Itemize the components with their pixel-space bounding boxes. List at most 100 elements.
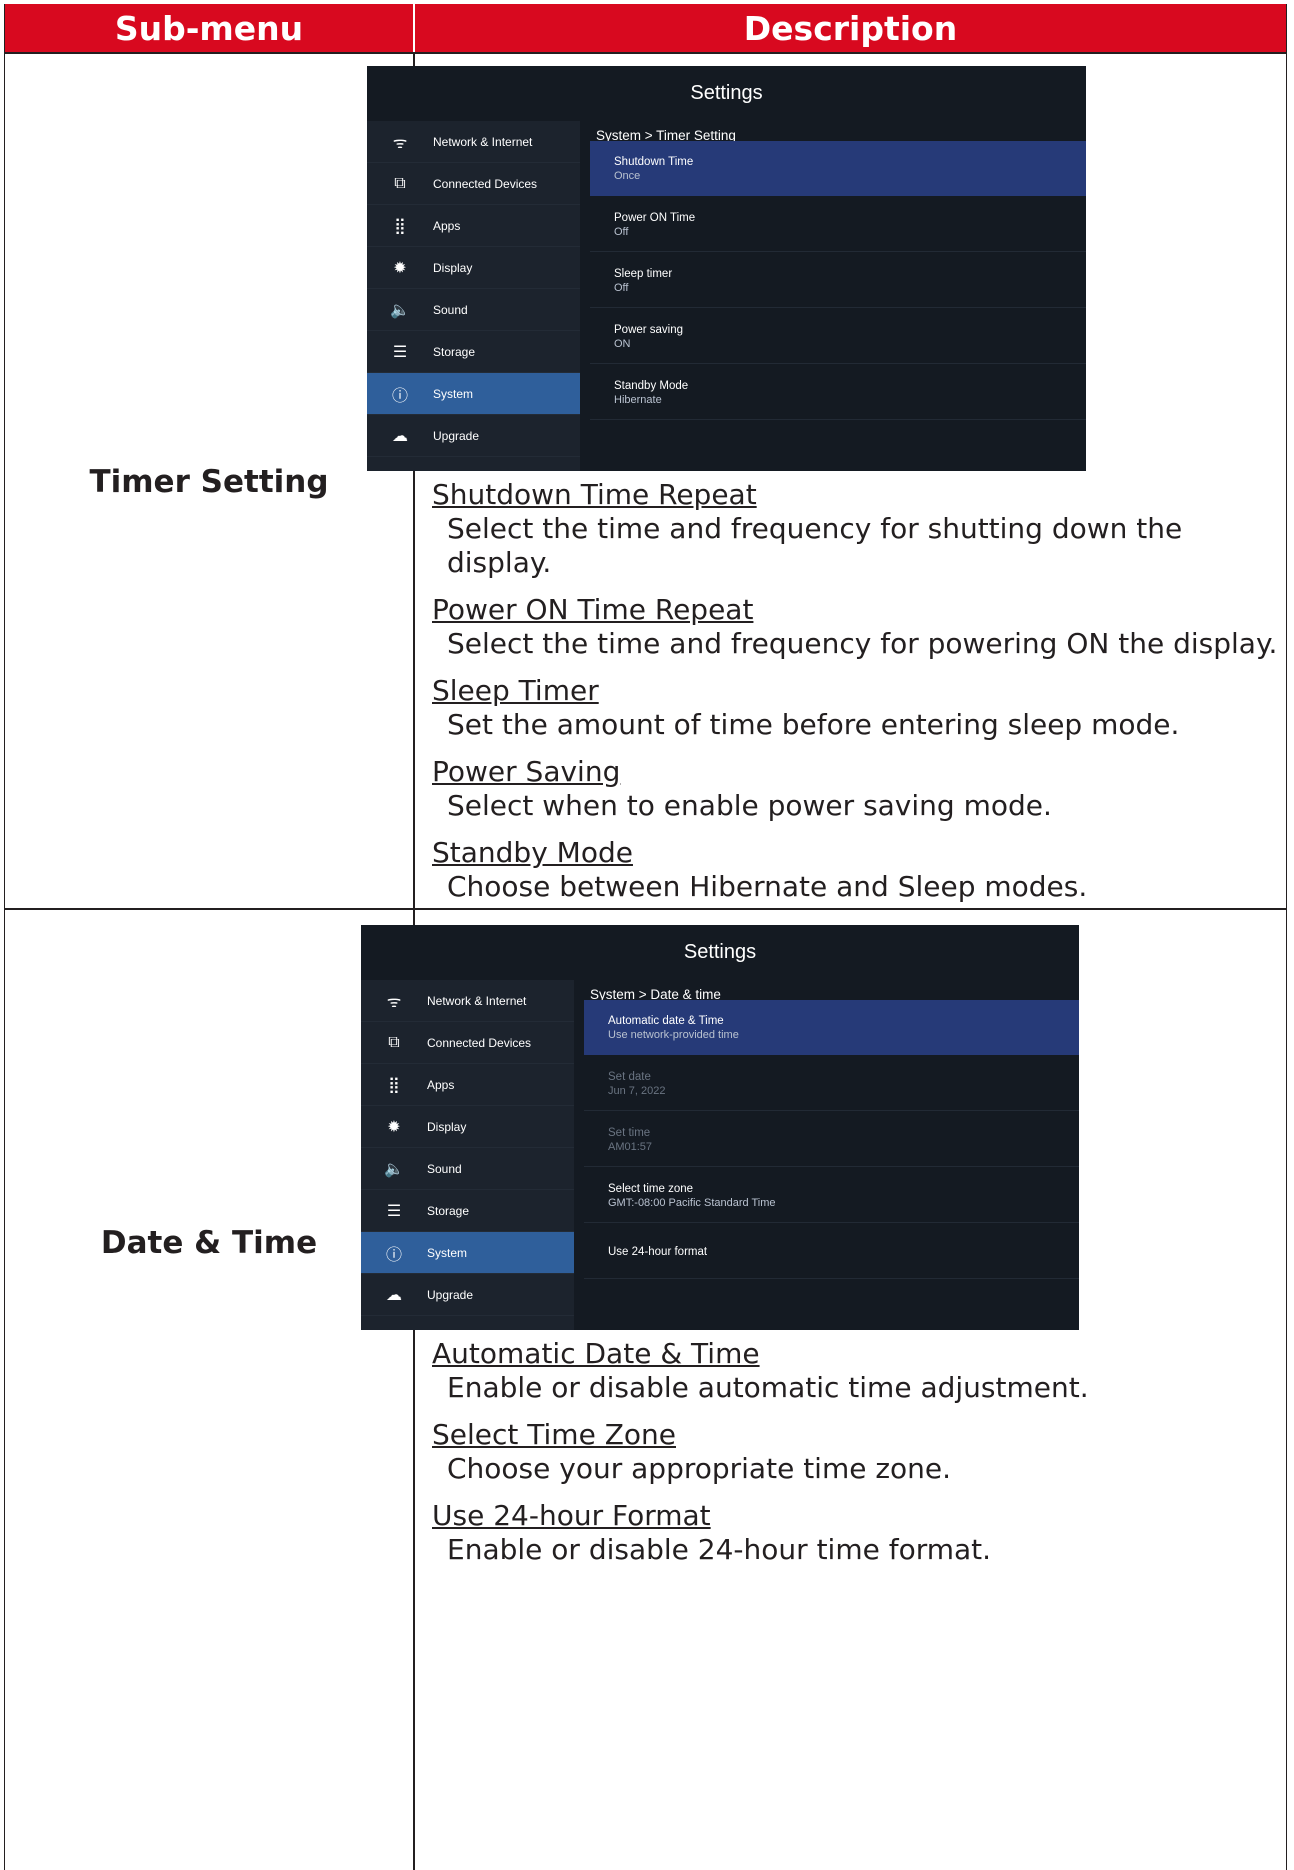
settings-sidebar: ᯤ Network & Internet ⧉ Connected Devices ⣿ Ap…	[361, 980, 574, 1330]
sidebar-item-network-internet[interactable]: ᯤ Network & Internet	[367, 121, 580, 163]
option-title: Select time zone	[608, 1183, 694, 1195]
desc-body: Enable or disable automatic time adjustm…	[447, 1371, 1089, 1404]
cloud-upload-icon: ☁	[392, 427, 408, 445]
sidebar-item-label: Apps	[433, 218, 461, 233]
description-block-timer: Shutdown Time Repeat Select the time and…	[432, 478, 1282, 904]
option-value: Use network-provided time	[608, 1029, 739, 1041]
option-title: Set date	[608, 1071, 651, 1083]
apps-grid-icon: ⣿	[388, 1076, 400, 1094]
option-title: Sleep timer	[614, 268, 673, 280]
sidebar-item-label: Display	[433, 260, 473, 275]
sidebar-item-storage[interactable]: ☰ Storage	[367, 331, 580, 373]
sidebar-item-label: Sound	[433, 302, 468, 317]
option-value: Jun 7, 2022	[608, 1085, 666, 1097]
devices-icon: ⧉	[388, 1033, 400, 1051]
option-shutdown-time[interactable]: Shutdown Time Once	[590, 141, 1086, 196]
settings-title: Settings	[683, 941, 757, 963]
info-circle-icon: ⓘ	[385, 1246, 402, 1264]
devices-icon: ⧉	[394, 174, 406, 192]
sidebar-item-display[interactable]: ✹ Display	[367, 247, 580, 289]
wifi-icon: ᯤ	[386, 993, 402, 1011]
submenu-date-time: Date & Time	[100, 1225, 318, 1261]
sidebar-item-upgrade[interactable]: ☁ Upgrade	[367, 415, 580, 457]
apps-grid-icon: ⣿	[394, 217, 406, 235]
sidebar-item-apps[interactable]: ⣿ Apps	[367, 205, 580, 247]
option-value: AM01:57	[608, 1141, 653, 1153]
option-automatic-date-time[interactable]: Automatic date & Time Use network-provide…	[584, 1000, 1079, 1055]
desc-body: Select the time and frequency for shutti…	[447, 512, 1183, 545]
option-use-24-hour-format[interactable]: Use 24-hour format	[584, 1224, 1079, 1279]
option-title: Power saving	[614, 324, 684, 336]
sidebar-item-network-internet[interactable]: ᯤ Network & Internet	[361, 980, 574, 1022]
desc-heading: Standby Mode	[432, 836, 633, 869]
desc-body: display.	[447, 546, 552, 579]
sidebar-item-label: Sound	[427, 1161, 462, 1176]
sidebar-item-label: Display	[427, 1119, 467, 1134]
option-standby-mode[interactable]: Standby Mode Hibernate	[590, 365, 1086, 420]
desc-body: Choose between Hibernate and Sleep modes…	[447, 870, 1088, 903]
sidebar-item-apps[interactable]: ⣿ Apps	[361, 1064, 574, 1106]
sidebar-item-connected-devices[interactable]: ⧉ Connected Devices	[367, 163, 580, 205]
sidebar-item-label: Network & Internet	[433, 134, 533, 149]
sidebar-item-label: Storage	[433, 344, 476, 359]
option-title: Set time	[608, 1127, 651, 1139]
option-set-date[interactable]: Set date Jun 7, 2022	[584, 1056, 1079, 1111]
submenu-timer-setting: Timer Setting	[89, 464, 329, 500]
sidebar-item-display[interactable]: ✹ Display	[361, 1106, 574, 1148]
sidebar-item-connected-devices[interactable]: ⧉ Connected Devices	[361, 1022, 574, 1064]
option-sleep-timer[interactable]: Sleep timer Off	[590, 253, 1086, 308]
wifi-icon: ᯤ	[392, 134, 408, 152]
desc-body: Select the time and frequency for poweri…	[447, 627, 1278, 660]
option-set-time[interactable]: Set time AM01:57	[584, 1112, 1079, 1167]
sidebar-item-label: Connected Devices	[427, 1035, 532, 1050]
desc-body: Enable or disable 24-hour time format.	[447, 1533, 992, 1566]
speaker-icon: 🔈	[384, 1160, 404, 1178]
row-divider	[5, 52, 1286, 54]
header-submenu: Sub-menu	[5, 4, 413, 52]
info-circle-icon: ⓘ	[391, 387, 408, 405]
sidebar-item-label: Upgrade	[433, 428, 480, 443]
option-title: Use 24-hour format	[608, 1246, 708, 1258]
display-brightness-icon: ✹	[387, 1118, 401, 1136]
header-description: Description	[415, 4, 1286, 52]
option-power-saving[interactable]: Power saving ON	[590, 309, 1086, 364]
desc-heading: Select Time Zone	[432, 1418, 676, 1451]
desc-body: Choose your appropriate time zone.	[447, 1452, 952, 1485]
sidebar-item-label: System	[427, 1245, 468, 1260]
desc-heading: Sleep Timer	[432, 674, 599, 707]
sidebar-item-label: Storage	[427, 1203, 470, 1218]
sidebar-item-label: Upgrade	[427, 1287, 474, 1302]
speaker-icon: 🔈	[390, 301, 410, 319]
option-title: Standby Mode	[614, 380, 689, 392]
settings-screenshot-timer: Settings ᯤ Network & Internet ⧉ Connected D…	[367, 66, 1086, 471]
sidebar-item-system[interactable]: ⓘ System	[361, 1232, 574, 1274]
cloud-upload-icon: ☁	[386, 1286, 402, 1304]
row-divider	[5, 908, 1286, 910]
sidebar-item-label: Network & Internet	[427, 993, 527, 1008]
sidebar-item-sound[interactable]: 🔈 Sound	[361, 1148, 574, 1190]
desc-body: Set the amount of time before entering s…	[447, 708, 1180, 741]
option-title: Power ON Time	[614, 212, 696, 224]
desc-heading: Shutdown Time Repeat	[432, 478, 757, 511]
option-power-on-time[interactable]: Power ON Time Off	[590, 197, 1086, 252]
storage-icon: ☰	[386, 1202, 402, 1220]
option-value: Hibernate	[614, 394, 662, 406]
storage-icon: ☰	[392, 343, 408, 361]
option-value: Off	[614, 226, 629, 238]
sidebar-item-label: Apps	[427, 1077, 455, 1092]
settings-sidebar: ᯤ Network & Internet ⧉ Connected Devices ⣿ Ap…	[367, 121, 580, 471]
sidebar-item-upgrade[interactable]: ☁ Upgrade	[361, 1274, 574, 1316]
display-brightness-icon: ✹	[393, 259, 407, 277]
sidebar-item-label: System	[433, 386, 474, 401]
sidebar-item-system[interactable]: ⓘ System	[367, 373, 580, 415]
sidebar-item-storage[interactable]: ☰ Storage	[361, 1190, 574, 1232]
option-value: ON	[614, 338, 631, 350]
sidebar-item-label: Connected Devices	[433, 176, 538, 191]
desc-heading: Power Saving	[432, 755, 621, 788]
option-select-time-zone[interactable]: Select time zone GMT:-08:00 Pacific Stand…	[584, 1168, 1079, 1223]
desc-heading: Use 24-hour Format	[432, 1499, 711, 1532]
description-block-datetime: Automatic Date & Time Enable or disable …	[432, 1337, 1282, 1567]
settings-screenshot-datetime: Settings ᯤ Network & Internet ⧉ Connected D…	[361, 925, 1079, 1330]
option-title: Automatic date & Time	[608, 1015, 724, 1027]
sidebar-item-sound[interactable]: 🔈 Sound	[367, 289, 580, 331]
